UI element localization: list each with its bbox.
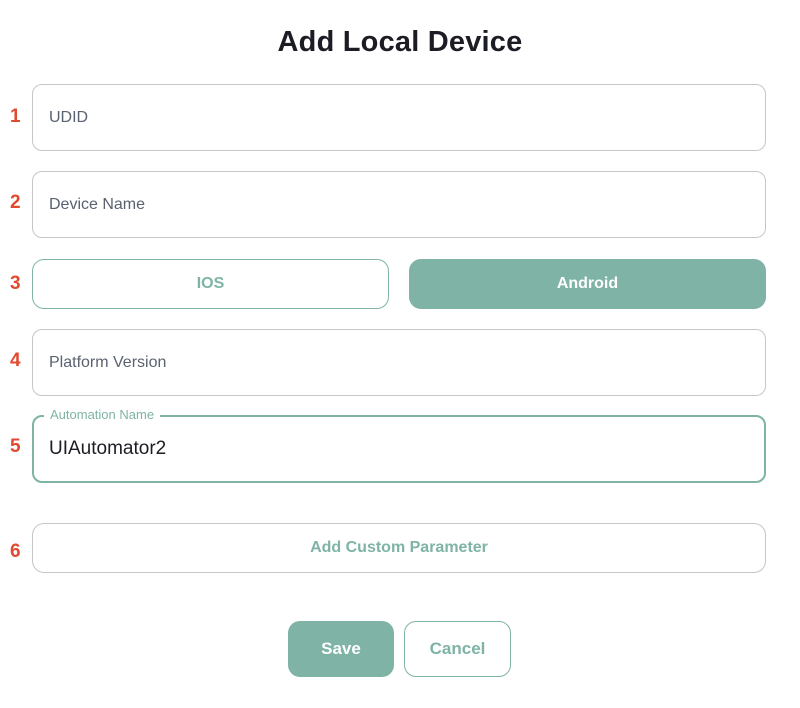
udid-field-container [32, 84, 766, 151]
device-name-input[interactable] [33, 172, 765, 237]
step-marker-2: 2 [10, 192, 21, 213]
platform-option-ios[interactable]: IOS [32, 259, 389, 309]
save-button[interactable]: Save [288, 621, 394, 677]
dialog-title: Add Local Device [277, 26, 523, 58]
step-marker-3: 3 [10, 273, 21, 294]
step-marker-1: 1 [10, 106, 21, 127]
device-name-field-container [32, 171, 766, 238]
platform-option-android[interactable]: Android [409, 259, 766, 309]
platform-version-input[interactable] [33, 330, 765, 395]
udid-input[interactable] [33, 85, 765, 150]
step-marker-5: 5 [10, 436, 21, 457]
cancel-button[interactable]: Cancel [404, 621, 511, 677]
automation-name-input[interactable] [34, 417, 764, 481]
add-custom-parameter-button[interactable]: Add Custom Parameter [32, 523, 766, 573]
step-marker-6: 6 [10, 541, 21, 562]
step-marker-4: 4 [10, 350, 21, 371]
automation-name-field-container: Automation Name [32, 407, 766, 483]
platform-version-field-container [32, 329, 766, 396]
